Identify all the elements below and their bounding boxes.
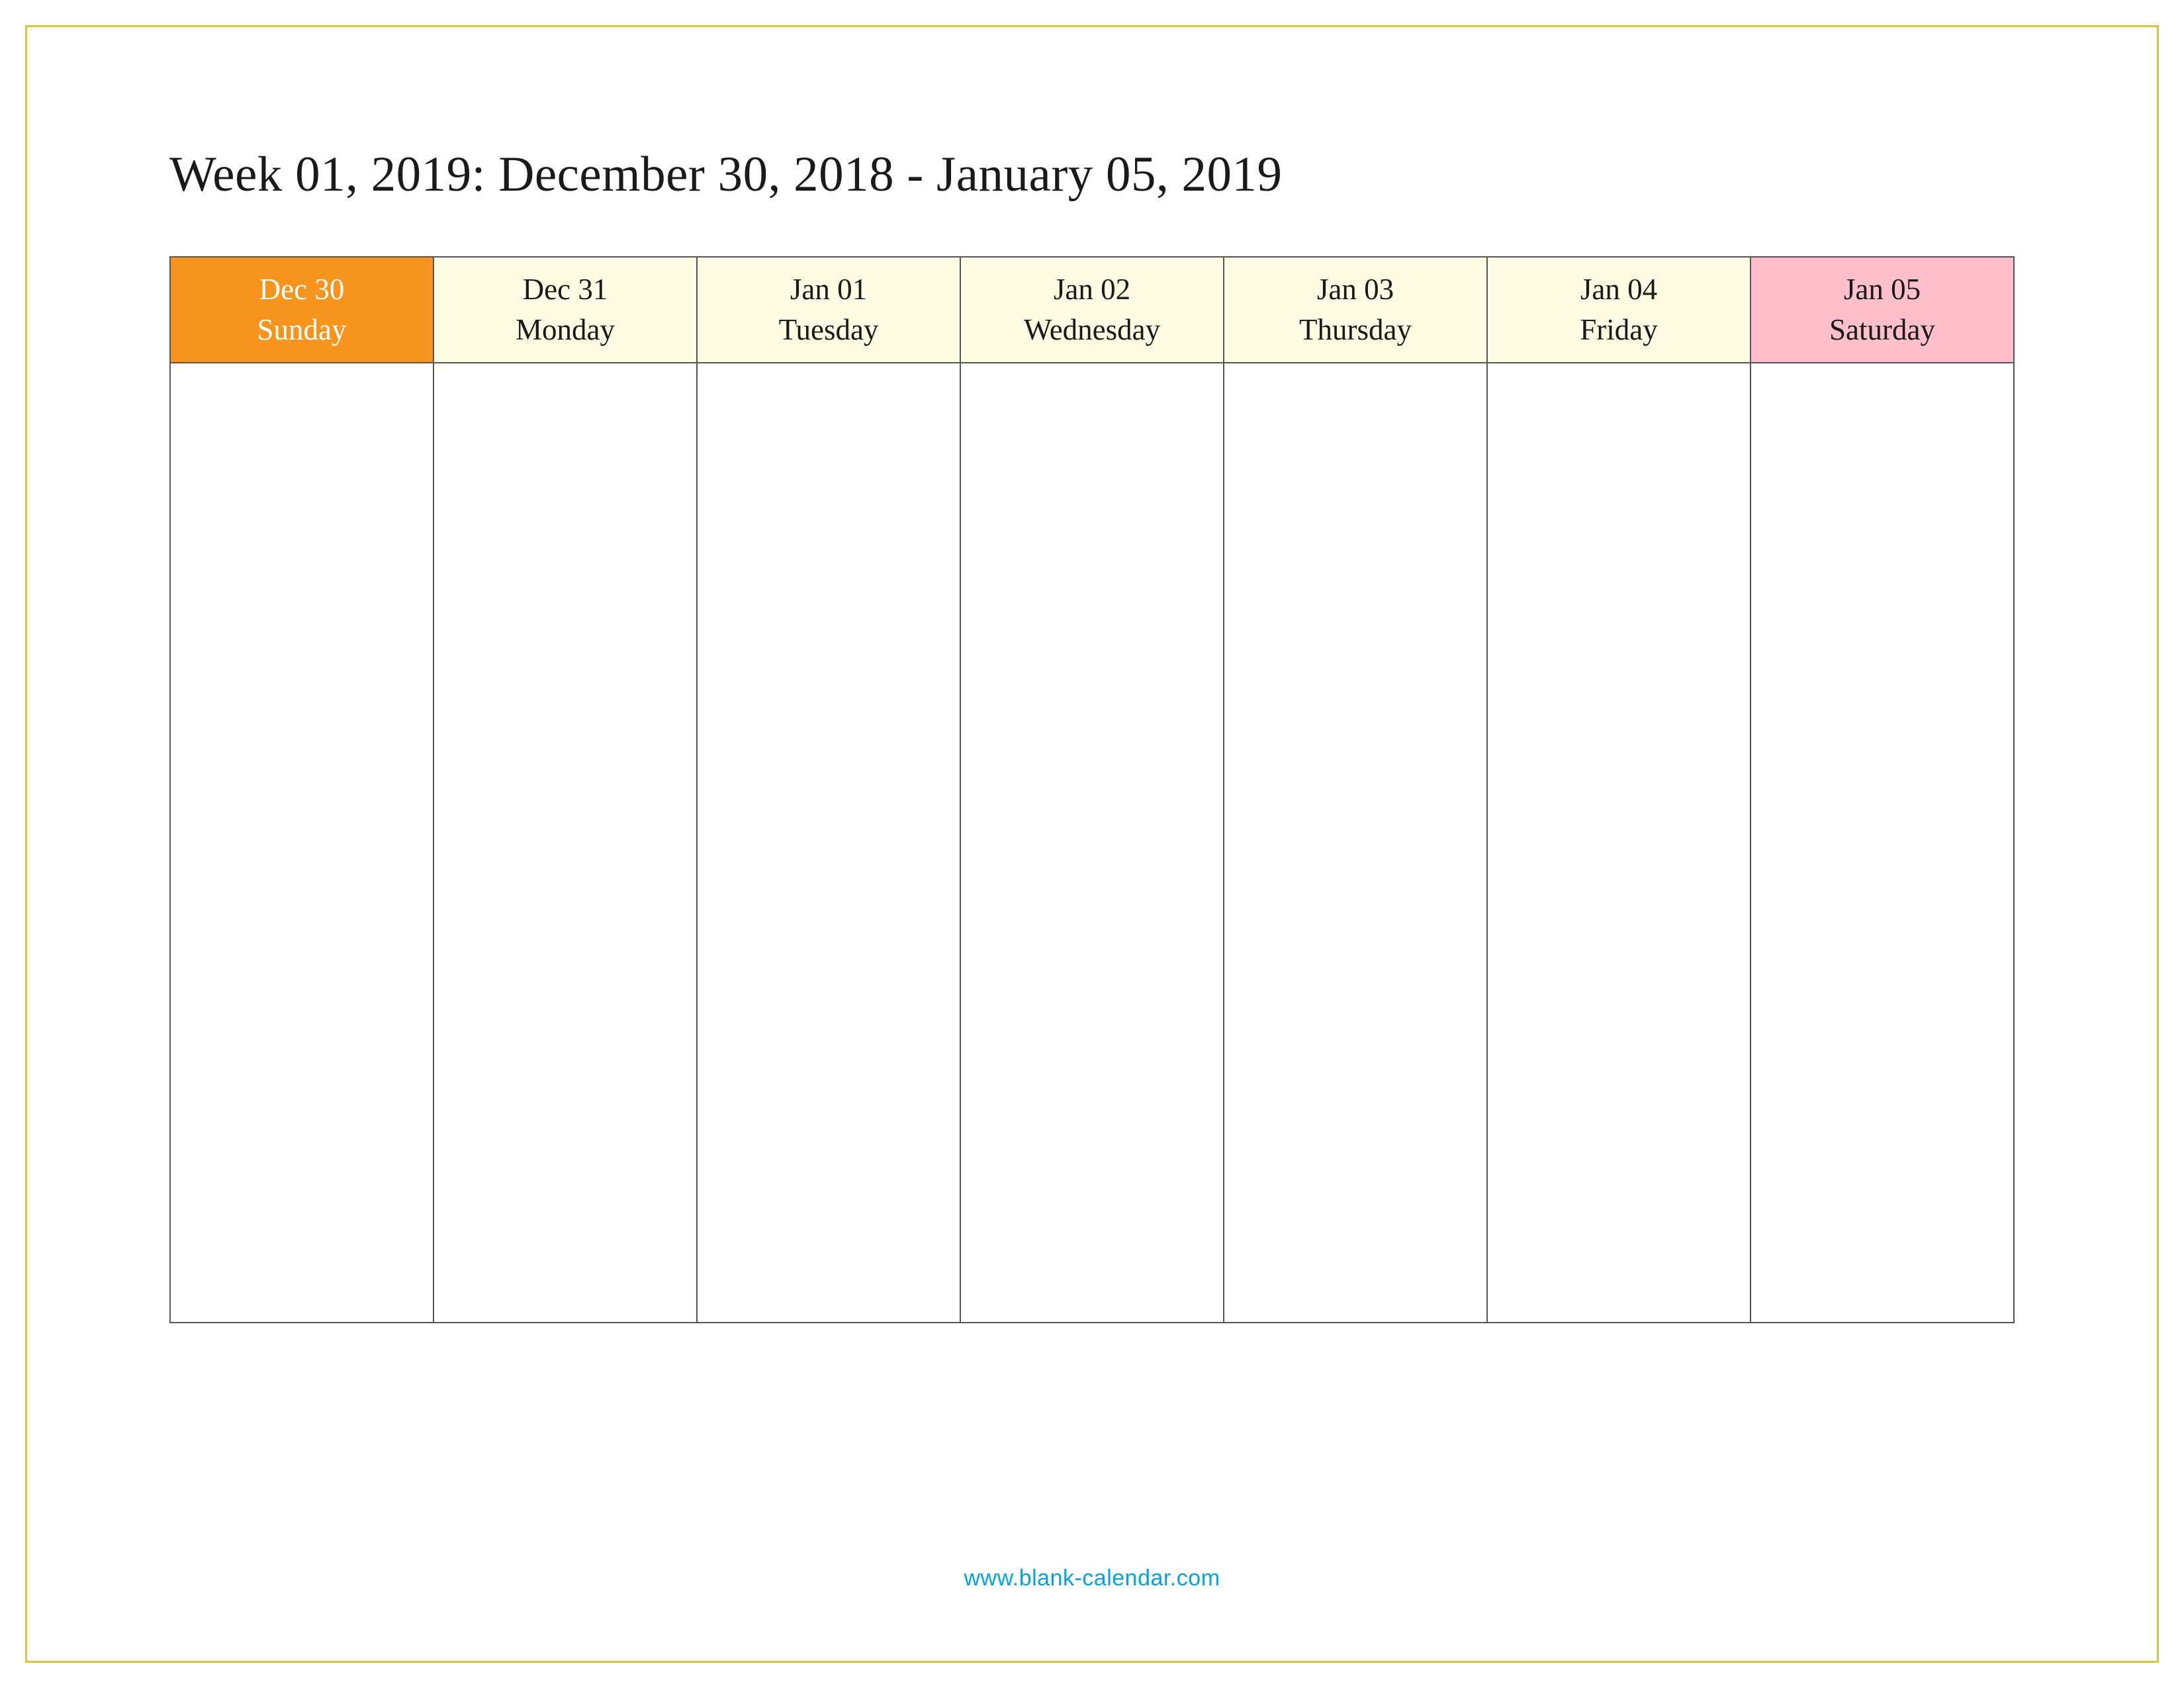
- day-header-date: Jan 03: [1227, 269, 1484, 310]
- footer-link[interactable]: www.blank-calendar.com: [27, 1566, 2157, 1591]
- weekly-calendar-table: Dec 30 Sunday Dec 31 Monday Jan 01 Tuesd…: [169, 256, 2015, 1323]
- day-header-sunday: Dec 30 Sunday: [170, 257, 433, 363]
- day-header-date: Jan 02: [964, 269, 1220, 310]
- day-header-name: Saturday: [1754, 310, 2011, 350]
- day-header-name: Monday: [437, 310, 694, 350]
- day-header-name: Wednesday: [964, 310, 1220, 350]
- calendar-content: Week 01, 2019: December 30, 2018 - Janua…: [169, 146, 2015, 1323]
- day-header-thursday: Jan 03 Thursday: [1224, 257, 1487, 363]
- day-cell-tuesday[interactable]: [697, 363, 960, 1323]
- body-row: [170, 363, 2014, 1323]
- day-header-name: Sunday: [173, 310, 430, 350]
- day-cell-wednesday[interactable]: [960, 363, 1224, 1323]
- day-cell-friday[interactable]: [1487, 363, 1751, 1323]
- day-header-friday: Jan 04 Friday: [1487, 257, 1751, 363]
- day-cell-saturday[interactable]: [1751, 363, 2014, 1323]
- day-header-saturday: Jan 05 Saturday: [1751, 257, 2014, 363]
- day-header-tuesday: Jan 01 Tuesday: [697, 257, 960, 363]
- day-cell-sunday[interactable]: [170, 363, 433, 1323]
- header-row: Dec 30 Sunday Dec 31 Monday Jan 01 Tuesd…: [170, 257, 2014, 363]
- day-header-name: Thursday: [1227, 310, 1484, 350]
- day-cell-monday[interactable]: [433, 363, 697, 1323]
- day-header-wednesday: Jan 02 Wednesday: [960, 257, 1224, 363]
- day-header-date: Jan 05: [1754, 269, 2011, 310]
- day-header-date: Dec 31: [437, 269, 694, 310]
- day-header-date: Dec 30: [173, 269, 430, 310]
- day-header-name: Friday: [1490, 310, 1747, 350]
- day-header-monday: Dec 31 Monday: [433, 257, 697, 363]
- day-cell-thursday[interactable]: [1224, 363, 1487, 1323]
- day-header-date: Jan 01: [700, 269, 957, 310]
- page-title: Week 01, 2019: December 30, 2018 - Janua…: [169, 146, 2015, 203]
- day-header-name: Tuesday: [700, 310, 957, 350]
- day-header-date: Jan 04: [1490, 269, 1747, 310]
- page-border: Week 01, 2019: December 30, 2018 - Janua…: [25, 25, 2159, 1663]
